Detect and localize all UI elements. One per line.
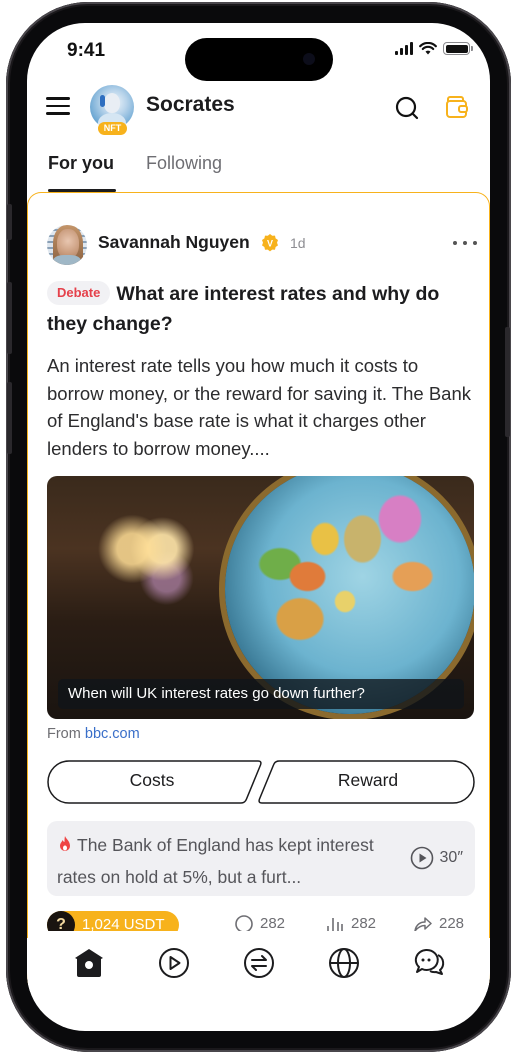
wifi-icon [419,42,437,55]
share-icon [414,917,432,931]
bottom-tab-bar [27,938,490,988]
reward-pill[interactable]: ? 1,024 USDT [47,911,179,931]
feed-tabs: For you Following [27,143,490,193]
app-header: NFT Socrates [27,85,490,143]
comments-stat[interactable]: 282 [234,913,285,931]
svg-text:V: V [267,239,273,249]
bar-chart-icon [327,918,343,931]
battery-icon [443,42,473,55]
source-attribution: From bbc.com [47,726,140,742]
power-button [505,327,510,437]
views-stat[interactable]: 282 [325,913,376,931]
camera [303,53,315,65]
post-header: Savannah Nguyen V 1d [47,225,477,265]
hamburger-menu-icon[interactable] [46,97,70,117]
verified-badge-icon: V [262,234,278,252]
screen: 9:41 NFT Socrates For you Following Sava… [27,23,490,1031]
post-time: 1d [290,235,306,251]
audio-player[interactable]: 30″ [410,846,463,870]
globe-icon[interactable] [327,946,361,980]
comments-count: 282 [260,914,286,932]
swap-icon[interactable] [242,946,276,980]
home-icon[interactable] [72,946,106,980]
action-button [7,204,12,240]
play-circle-icon [410,846,433,870]
nft-badge: NFT [98,122,127,135]
app-title: Socrates [146,93,235,116]
cellular-signal-icon [395,42,413,55]
author-name[interactable]: Savannah Nguyen [98,232,250,253]
audio-duration: 30″ [439,849,463,866]
tab-for-you[interactable]: For you [48,153,114,174]
reward-token-icon: ? [47,911,75,931]
chat-bubbles-icon[interactable] [412,946,446,980]
source-link[interactable]: bbc.com [85,726,140,742]
shares-count: 228 [439,914,465,932]
volume-up-button [7,282,12,354]
source-prefix: From [47,726,81,742]
post-card: Savannah Nguyen V 1d Debate What are inte… [27,192,490,992]
comment-icon [235,915,253,931]
tab-following[interactable]: Following [146,153,222,174]
fire-icon [60,836,70,851]
vote-costs-button[interactable]: Costs [47,770,257,791]
debate-tag: Debate [47,281,111,305]
play-circle-icon[interactable] [157,946,191,980]
status-time: 9:41 [67,40,106,61]
vote-options: Costs Reward [47,760,475,804]
post-title[interactable]: Debate What are interest rates and why do… [47,279,477,339]
search-icon[interactable] [394,95,420,121]
more-options-icon[interactable] [453,233,477,253]
views-count: 282 [351,914,377,932]
volume-down-button [7,382,12,454]
status-icons [395,42,473,55]
shares-stat[interactable]: 228 [413,913,464,931]
summary-text-content: The Bank of England has kept interest ra… [57,835,374,887]
summary-text: The Bank of England has kept interest ra… [57,829,397,893]
wallet-icon[interactable] [444,94,470,120]
reward-amount: 1,024 USDT [82,916,165,931]
image-caption: When will UK interest rates go down furt… [58,679,464,709]
post-body[interactable]: An interest rate tells you how much it c… [47,352,475,462]
author-avatar[interactable] [47,225,87,265]
dynamic-island [185,38,333,81]
ai-summary[interactable]: The Bank of England has kept interest ra… [47,821,475,896]
profile-avatar[interactable]: NFT [90,85,136,137]
post-image[interactable]: When will UK interest rates go down furt… [47,476,474,719]
vote-reward-button[interactable]: Reward [261,770,475,791]
post-stats: ? 1,024 USDT 282 282 228 [47,911,475,931]
